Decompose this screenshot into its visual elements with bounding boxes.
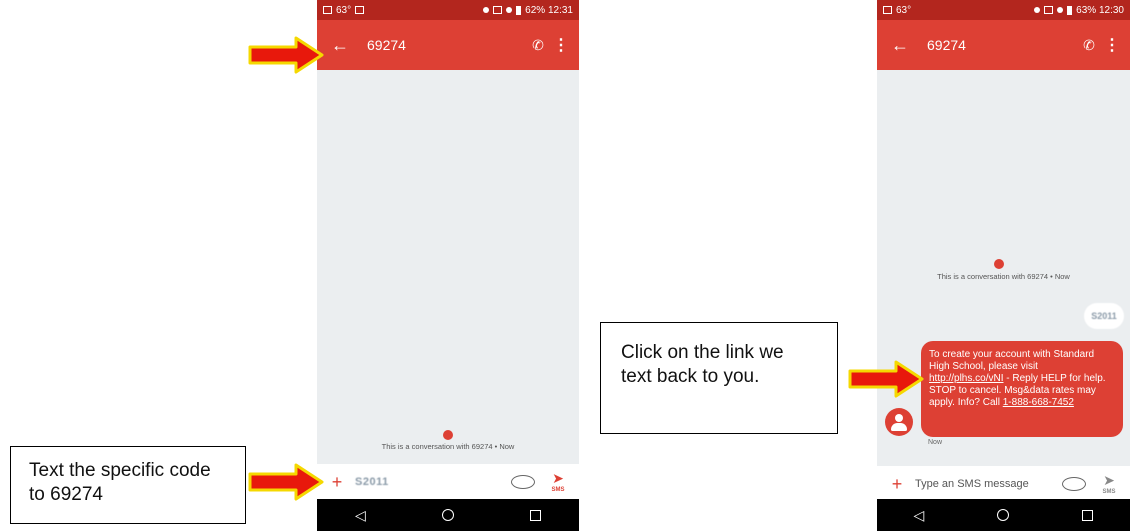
message-input[interactable]: Type an SMS message: [915, 478, 1062, 490]
callout-text-code: Text the specific code to 69274: [10, 446, 246, 524]
more-vert-icon[interactable]: ⋮: [551, 35, 571, 55]
send-icon: ➤: [1103, 472, 1115, 488]
weather-temp: 63°: [336, 4, 352, 16]
battery-icon: [1067, 5, 1073, 15]
nav-recent-icon[interactable]: [529, 509, 541, 521]
location-icon: [483, 7, 490, 13]
nav-back-icon[interactable]: ◁: [914, 507, 925, 524]
status-bar: 63° 63% 12:30: [877, 0, 1130, 20]
phone-link[interactable]: 1-888-668-7452: [1003, 397, 1074, 408]
battery-time: 62% 12:31: [525, 4, 573, 16]
message-time: Now: [928, 439, 943, 446]
plus-icon[interactable]: +: [885, 474, 909, 495]
arrow-annotation-input: [248, 463, 324, 501]
wifi-icon: [506, 7, 513, 13]
person-icon-body: [891, 423, 907, 431]
compose-bar: + Type an SMS message ☺ ➤ SMS: [877, 466, 1130, 502]
phone-icon[interactable]: ✆: [1076, 37, 1102, 54]
battery-icon: [516, 5, 522, 15]
send-icon: ➤: [552, 470, 564, 486]
nav-bar: ◁: [877, 499, 1130, 531]
battery-time: 63% 12:30: [1076, 4, 1124, 16]
phone-screen-right: 63° 63% 12:30 ← 69274 ✆ ⋮ This is a conv…: [877, 0, 1130, 531]
send-label: SMS: [551, 487, 565, 493]
sms-info-icon: [994, 259, 1004, 269]
plus-icon[interactable]: +: [325, 472, 349, 493]
incoming-message: To create your account with Standard Hig…: [921, 341, 1123, 437]
account-link[interactable]: http://plhs.co/vNI: [929, 373, 1003, 384]
phone-screen-left: 63° 62% 12:31 ← 69274 ✆ ⋮ This is a conv…: [317, 0, 579, 531]
nfc-icon: [1044, 6, 1054, 14]
conversation-title: 69274: [927, 37, 966, 53]
callout-click-link: Click on the link we text back to you.: [600, 322, 838, 434]
emoji-icon[interactable]: ☺: [511, 475, 535, 489]
outgoing-message: S2011: [1084, 303, 1124, 329]
message-input[interactable]: S2011: [355, 476, 511, 488]
location-icon: [1034, 7, 1041, 13]
person-icon: [895, 414, 903, 422]
arrow-annotation-link: [848, 360, 924, 398]
message-icon: [883, 6, 892, 14]
status-bar: 63° 62% 12:31: [317, 0, 579, 20]
send-button[interactable]: ➤ SMS: [1096, 473, 1122, 495]
nav-home-icon[interactable]: [441, 509, 454, 521]
sms-info-icon: [443, 430, 453, 440]
app-bar: ← 69274 ✆ ⋮: [317, 20, 579, 70]
wifi-icon: [1057, 7, 1064, 13]
nfc-icon: [493, 6, 503, 14]
avatar: [885, 408, 913, 436]
emoji-icon[interactable]: ☺: [1062, 477, 1086, 491]
nav-bar: ◁: [317, 499, 579, 531]
arrow-left-icon[interactable]: ←: [885, 35, 915, 56]
nav-recent-icon[interactable]: [1082, 509, 1094, 521]
send-button[interactable]: ➤ SMS: [545, 471, 571, 493]
weather-temp: 63°: [896, 4, 912, 16]
image-icon: [355, 6, 365, 14]
arrow-left-icon[interactable]: ←: [325, 35, 355, 56]
nav-back-icon[interactable]: ◁: [355, 507, 366, 524]
message-icon: [323, 6, 332, 14]
arrow-annotation-back: [248, 36, 324, 74]
system-message: This is a conversation with 69274 • Now: [381, 442, 515, 451]
message-text: To create your account with Standard Hig…: [929, 349, 1095, 372]
send-label: SMS: [1102, 489, 1116, 495]
more-vert-icon[interactable]: ⋮: [1102, 35, 1122, 55]
phone-icon[interactable]: ✆: [525, 37, 551, 54]
conversation-title: 69274: [367, 37, 406, 53]
app-bar: ← 69274 ✆ ⋮: [877, 20, 1130, 70]
system-message: This is a conversation with 69274 • Now: [937, 272, 1070, 281]
nav-home-icon[interactable]: [997, 509, 1010, 521]
compose-bar: + S2011 ☺ ➤ SMS: [317, 464, 579, 500]
